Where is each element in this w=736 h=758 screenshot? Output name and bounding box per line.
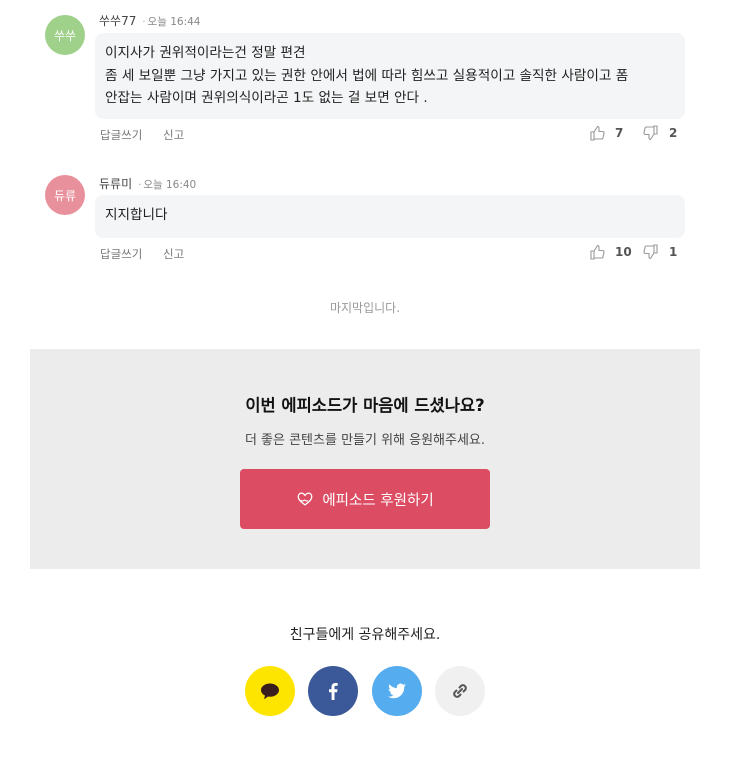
support-episode-button[interactable]: 에피소드 후원하기 [240,469,490,529]
report-button[interactable]: 신고 [163,246,184,262]
comment-time: 오늘 16:40 [143,179,197,191]
kakaotalk-share-button[interactable] [245,666,295,716]
comment-line: 안잡는 사람이며 권위의식이라곤 1도 없는 걸 보면 안다 . [105,90,428,106]
reply-button[interactable]: 답글쓰기 [100,246,142,262]
dislike-count: 1 [669,245,678,259]
comment-body: 이지사가 권위적이라는건 정말 편견 좀 세 보일뿐 그냥 가지고 있는 권한 … [95,33,685,119]
support-subtitle: 더 좋은 콘텐츠를 만들기 위해 응원해주세요. [244,433,486,448]
comment-body: 지지합니다 [95,195,685,238]
thumbs-up-icon [590,125,605,141]
comment-author[interactable]: 쑤쑤77 [99,14,136,28]
support-title: 이번 에피소드가 마음에 드셨나요? [245,396,485,415]
heart-hand-icon [297,492,313,506]
meta-separator: · [138,180,142,191]
facebook-share-button[interactable] [308,666,358,716]
avatar[interactable]: 쑤쑤 [45,15,85,55]
comment-line: 이지사가 권위적이라는건 정말 편견 [105,45,306,61]
avatar[interactable]: 듀류 [45,175,85,215]
avatar-initials: 듀류 [53,188,77,203]
support-button-label: 에피소드 후원하기 [322,492,434,509]
report-button[interactable]: 신고 [163,127,184,143]
comment-meta: 쑤쑤77 · 오늘 16:44 [99,12,200,29]
link-icon [453,684,467,698]
twitter-share-button[interactable] [372,666,422,716]
meta-separator: · [142,17,146,28]
share-title: 친구들에게 공유해주세요. [289,627,441,643]
like-count: 10 [615,245,632,259]
avatar-initials: 쑤쑤 [53,28,77,43]
end-of-comments-text: 마지막입니다. [329,301,401,315]
comment-author[interactable]: 듀류미 [99,177,132,191]
like-count: 7 [615,126,624,140]
dislike-button[interactable]: 1 [643,244,677,260]
support-section: 이번 에피소드가 마음에 드셨나요? 더 좋은 콘텐츠를 만들기 위해 응원해주… [30,349,700,569]
comment-line: 좀 세 보일뿐 그냥 가지고 있는 권한 안에서 법에 따라 힘쓰고 실용적이고… [105,67,629,84]
comment-time: 오늘 16:44 [147,16,201,28]
thumbs-down-icon [643,125,658,141]
thumbs-down-icon [643,244,658,260]
like-button[interactable]: 7 [589,125,623,141]
like-button[interactable]: 10 [589,244,632,260]
dislike-button[interactable]: 2 [643,125,677,141]
thumbs-up-icon [590,244,605,260]
dislike-count: 2 [669,126,678,140]
comment-meta: 듀류미 · 오늘 16:40 [99,175,196,192]
twitter-icon [388,683,406,699]
comment-line: 지지합니다 [105,207,168,223]
reply-button[interactable]: 답글쓰기 [100,127,142,143]
speech-bubble-icon [261,683,279,700]
copy-link-button[interactable] [435,666,485,716]
facebook-icon [329,683,338,700]
